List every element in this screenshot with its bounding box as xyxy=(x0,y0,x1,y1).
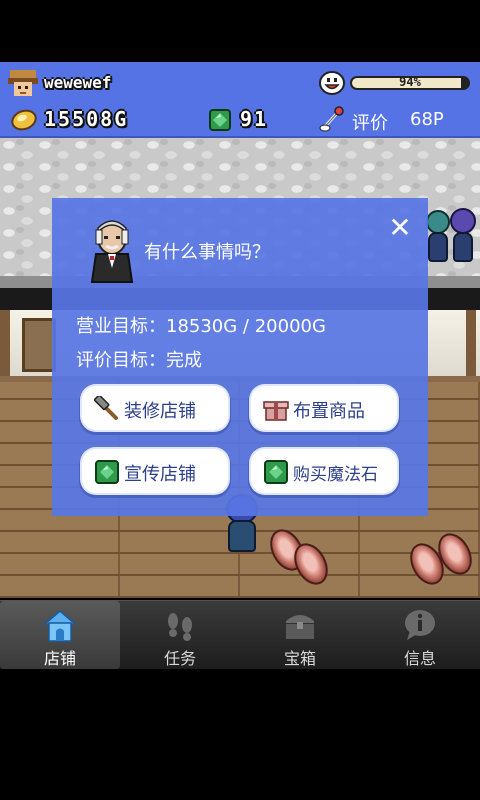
tab-quests-label: 任务 xyxy=(163,649,196,668)
player-name: wewewef xyxy=(44,73,112,92)
hammer-icon xyxy=(94,396,118,420)
mood-percent: 94% xyxy=(399,76,421,89)
rating-target-line: 评价目标：完成 xyxy=(76,346,202,372)
renovate-shop-label: 装修店铺 xyxy=(124,401,196,422)
shop-avatar-icon xyxy=(8,70,38,96)
sales-target-label: 营业目标： xyxy=(76,316,166,337)
rating-pen-icon xyxy=(319,106,344,132)
customer-sprite[interactable] xyxy=(426,210,450,264)
gold-coin-icon xyxy=(11,109,37,131)
rating-label: 评价 xyxy=(352,113,388,134)
renovate-shop-button[interactable]: 装修店铺 xyxy=(82,386,228,430)
buy-magic-stone-button[interactable]: 购买魔法石 xyxy=(251,449,397,493)
promote-shop-label: 宣传店铺 xyxy=(124,464,196,485)
customer-sprite[interactable] xyxy=(450,208,476,264)
tab-info-label: 信息 xyxy=(403,649,436,668)
smiley-face-icon xyxy=(319,71,345,95)
magic-stone-amount: 91 xyxy=(240,107,269,131)
gold-amount: 15508G xyxy=(44,107,129,131)
rating-target-value: 完成 xyxy=(166,350,202,371)
footprints-icon xyxy=(168,613,192,641)
tab-shop[interactable]: 店铺 xyxy=(0,601,120,669)
dialog-question: 有什么事情吗？ xyxy=(144,242,270,263)
treasure-chest-icon xyxy=(286,615,314,639)
tab-info[interactable]: 信息 xyxy=(360,601,480,669)
wall-post xyxy=(466,310,476,376)
mood-meter: 94% xyxy=(350,76,470,90)
tab-treasure-label: 宝箱 xyxy=(283,649,316,668)
arrange-goods-label: 布置商品 xyxy=(293,401,365,422)
rating-value: 68P xyxy=(410,109,444,130)
magic-stone-icon xyxy=(264,460,288,484)
buy-magic-stone-label: 购买魔法石 xyxy=(293,465,378,485)
info-bubble-icon xyxy=(405,610,435,640)
magic-stone-icon xyxy=(209,109,231,131)
arrange-goods-button[interactable]: 布置商品 xyxy=(251,386,397,430)
tab-shop-label: 店铺 xyxy=(43,649,76,668)
rating-target-label: 评价目标： xyxy=(76,350,166,371)
gift-box-icon xyxy=(263,401,289,421)
close-button[interactable]: ✕ xyxy=(386,214,414,242)
promote-shop-button[interactable]: 宣传店铺 xyxy=(82,449,228,493)
magic-stone-icon xyxy=(95,460,119,484)
butler-npc-icon xyxy=(90,220,134,283)
house-icon xyxy=(42,610,78,642)
wall-post xyxy=(0,310,10,376)
sales-target-line: 营业目标：18530G / 20000G xyxy=(76,312,326,338)
status-bar: wewewef 94% 15508G 91 评价 68P xyxy=(0,62,480,138)
game-screen: wewewef 94% 15508G 91 评价 68P ✕ 有什么事情吗？ 营… xyxy=(0,0,480,800)
shop-wall-sign xyxy=(22,318,56,372)
tab-treasure[interactable]: 宝箱 xyxy=(240,601,360,669)
bottom-tab-bar: 店铺 任务 宝箱 信息 xyxy=(0,600,480,669)
tab-quests[interactable]: 任务 xyxy=(120,601,240,669)
sales-target-value: 18530G / 20000G xyxy=(166,316,326,337)
